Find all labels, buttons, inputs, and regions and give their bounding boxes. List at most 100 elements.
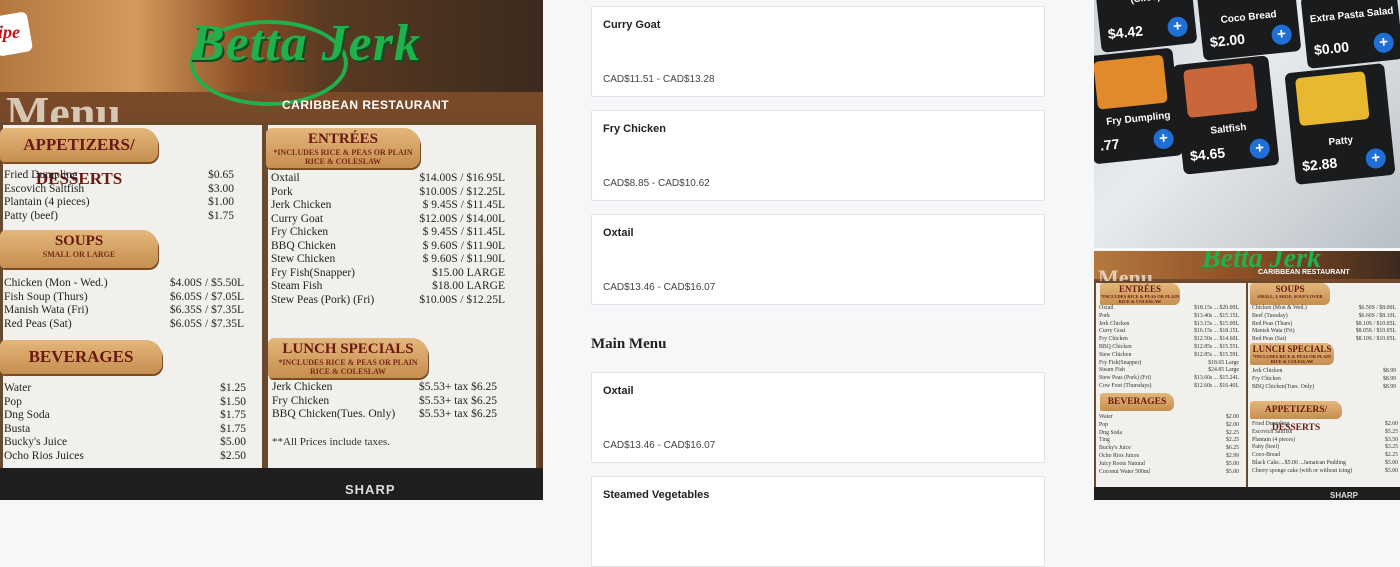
item-name: Oxtail bbox=[603, 227, 634, 239]
menu-item-card[interactable]: Fry Chicken CAD$8.85 - CAD$10.62 bbox=[591, 110, 1045, 201]
menu-row-price: $1.75 bbox=[220, 409, 246, 421]
menu-item-card[interactable]: Oxtail CAD$13.46 - CAD$16.07 bbox=[591, 372, 1045, 463]
menu-row-price: $5.00 bbox=[1384, 467, 1398, 474]
menu-row-name: Black Cake....$5.00 ...Jamaican Pudding bbox=[1252, 459, 1346, 466]
menu-row-price: $1.75 bbox=[208, 209, 234, 222]
menu-row-price: $5.00 bbox=[220, 436, 246, 448]
menu-row-price: $12.00S / $14.00L bbox=[419, 212, 505, 225]
kiosk-tile: Banana Bread (Slice) $4.42 + bbox=[1094, 0, 1198, 53]
beverages-title: BEVERAGES bbox=[1107, 397, 1167, 407]
menu-row: Jerk Chicken $ 9.45S / $11.45L bbox=[271, 199, 505, 213]
menu-row: Steam Fish $24.85 Large bbox=[1099, 367, 1239, 375]
menu-row-name: Fried Dumpling bbox=[1252, 421, 1290, 427]
menu-row-price: $2.00 bbox=[1225, 421, 1239, 428]
menu-row-name: Jerk Chicken bbox=[272, 381, 333, 393]
appetizers-list: Fried Dumpling $0.65 Escovich Saltfish $3.0… bbox=[4, 169, 234, 223]
menu-row-name: Jerk Chicken bbox=[1252, 368, 1283, 374]
item-price: CAD$8.85 - CAD$10.62 bbox=[603, 178, 710, 189]
menu-row: Busta $1.75 bbox=[4, 423, 246, 437]
lunch-list: Jerk Chicken $8.99 Fry Chicken $8.99 BBQ Chi… bbox=[1252, 368, 1396, 391]
menu-row-price: $13.40s ... $15.15L bbox=[1194, 312, 1239, 319]
kiosk-tile: Extra Pasta Salad $0.00 + bbox=[1300, 0, 1400, 69]
menu-row-name: Steam Fish bbox=[271, 280, 323, 292]
menu-row-price: $5.53+ tax $6.25 bbox=[418, 394, 497, 407]
tile-price: $4.42 bbox=[1107, 22, 1144, 43]
kiosk-tile: Patty $2.88 + bbox=[1284, 63, 1396, 185]
appetizers-list: Fried Dumpling $2.00 Escovich Saltfish $5.2… bbox=[1252, 421, 1398, 476]
add-icon: + bbox=[1166, 15, 1189, 38]
menu-row: Beef (Tuesday) $6.60S / $8.10L bbox=[1252, 313, 1396, 321]
tile-image bbox=[1183, 62, 1258, 118]
menu-row-name: BBQ Chicken(Tues. Only) bbox=[1252, 383, 1315, 390]
menu-row-name: Red Peas (Sat) bbox=[4, 317, 72, 330]
menu-row-price: $5.53+ tax $6.25 bbox=[418, 381, 497, 393]
menu-row-price: $6.05S / $7.05L bbox=[169, 290, 244, 303]
menu-item-card[interactable]: Curry Goat CAD$11.51 - CAD$13.28 bbox=[591, 6, 1045, 97]
menu-row-price: $12.85s ... $15.59L bbox=[1194, 351, 1239, 358]
menu-row-name: Fry Fish(Snapper) bbox=[271, 266, 356, 279]
menu-row-name: BBQ Chicken(Tues. Only) bbox=[272, 408, 396, 420]
menu-row-price: $5.00 bbox=[1225, 468, 1239, 475]
item-name: Oxtail bbox=[603, 385, 634, 397]
menu-row-price: $2.00 bbox=[1225, 414, 1239, 420]
menu-row: BBQ Chicken $ 9.60S / $11.90L bbox=[271, 240, 505, 254]
menu-row-name: Escovich Saltfish bbox=[1252, 428, 1293, 435]
menu-row-name: BBQ Chicken bbox=[271, 239, 336, 252]
menu-row: Water $1.25 bbox=[4, 382, 246, 396]
menu-row-name: Bucky's Juice bbox=[1099, 445, 1131, 452]
menu-row-name: Bucky's Juice bbox=[4, 436, 68, 448]
kiosk-photo[interactable]: Banana Bread (Slice) $4.42 + Coco Bread … bbox=[1094, 0, 1400, 248]
menu-row-name: Ocho Rios Juices bbox=[1099, 452, 1140, 459]
menu-row: Plantain (4 pieces) $1.00 bbox=[4, 196, 234, 210]
menu-row-name: Coco-Bread bbox=[1252, 452, 1281, 459]
restaurant-subtitle: CARIBBEAN RESTAURANT bbox=[1258, 269, 1350, 276]
menu-row-price: $18.00 LARGE bbox=[432, 280, 505, 292]
menu-row-price: $8.99 bbox=[1382, 368, 1396, 374]
item-price: CAD$11.51 - CAD$13.28 bbox=[603, 74, 715, 85]
kiosk-tile: Coco Bread $2.00 + bbox=[1196, 0, 1302, 61]
menu-row-price: $6.25 bbox=[1225, 445, 1239, 452]
menu-row-price: $15.00 LARGE bbox=[432, 266, 505, 279]
menu-item-card[interactable]: Steamed Vegetables bbox=[591, 476, 1045, 567]
menu-row-name: Escovich Saltfish bbox=[4, 182, 85, 195]
lunch-title: LUNCH SPECIALS bbox=[1252, 344, 1332, 354]
menu-row: Fish Soup (Thurs) $6.05S / $7.05L bbox=[4, 291, 244, 305]
menu-row-name: Water bbox=[1099, 414, 1113, 420]
menu-row-price: $6.60S / $8.10L bbox=[1358, 312, 1396, 319]
menu-row-name: Stew Chicken bbox=[1099, 351, 1132, 358]
menu-row: Jerk Chicken $8.99 bbox=[1252, 368, 1396, 376]
menu-row: Dng Soda $1.75 bbox=[4, 409, 246, 423]
menu-row-price: $12.85s ... $15.55L bbox=[1194, 343, 1239, 350]
menu-row-name: Manish Wata (Fri) bbox=[4, 304, 89, 316]
menu-item-card[interactable]: Oxtail CAD$13.46 - CAD$16.07 bbox=[591, 214, 1045, 305]
menu-row: Chicken (Mon - Wed.) $4.00S / $5.50L bbox=[4, 277, 244, 291]
menu-row: Manish Wata (Fri) $6.35S / $7.35L bbox=[4, 304, 244, 318]
menu-row-name: Fry Chicken bbox=[272, 394, 330, 407]
menu-row-name: Fry Fish(Snapper) bbox=[1099, 359, 1142, 366]
menu-row-price: $12.50s ... $14.60L bbox=[1194, 336, 1239, 343]
soups-plank: SOUPS SMALL, LARGE, SOUP LOVER bbox=[1250, 283, 1330, 305]
menu-row-name: Stew Peas (Pork) (Fri) bbox=[1099, 375, 1152, 382]
beverages-list: Water $2.00 Pop $2.00 Dng Soda $2.25 Ting $2.25… bbox=[1099, 414, 1239, 476]
menu-row-name: Patty (beef) bbox=[4, 209, 58, 222]
menu-row: Steam Fish $18.00 LARGE bbox=[271, 280, 505, 294]
menu-row: Ocho Rios Juices $2.99 bbox=[1099, 453, 1239, 461]
menu-row-price: $0.65 bbox=[208, 169, 234, 181]
menu-row-name: Beef (Tuesday) bbox=[1252, 312, 1288, 319]
menu-row-name: Cherry sponge cake (with or without icin… bbox=[1252, 467, 1353, 474]
menu-row-name: Curry Goat bbox=[271, 212, 324, 225]
menu-row: Patty (beef) $3.25 bbox=[1252, 444, 1398, 452]
appetizers-plank: APPETIZERS/ DESSERTS bbox=[1250, 401, 1342, 433]
menu-row-price: $8.99 bbox=[1382, 383, 1396, 390]
menu-board-photo-2[interactable]: Betta Jerk CARIBBEAN RESTAURANT Menu ENT… bbox=[1094, 251, 1400, 500]
menu-row-name: Busta bbox=[4, 422, 31, 435]
menu-row: Pork $10.00S / $12.25L bbox=[271, 186, 505, 200]
menu-row-price: $2.99 bbox=[1225, 452, 1239, 459]
menu-row: Curry Goat $12.00S / $14.00L bbox=[271, 213, 505, 227]
beverages-plank: BEVERAGES bbox=[0, 340, 162, 374]
menu-row-price: $2.00 bbox=[1384, 421, 1398, 427]
menu-board-photo[interactable]: ipe Betta Jerk CARIBBEAN RESTAURANT Menu… bbox=[0, 0, 543, 500]
restaurant-logo: Betta Jerk bbox=[190, 15, 421, 72]
menu-row-price: $ 9.60S / $11.90L bbox=[422, 253, 505, 265]
soups-list: Chicken (Mon - Wed.) $4.00S / $5.50L Fish … bbox=[4, 277, 244, 331]
